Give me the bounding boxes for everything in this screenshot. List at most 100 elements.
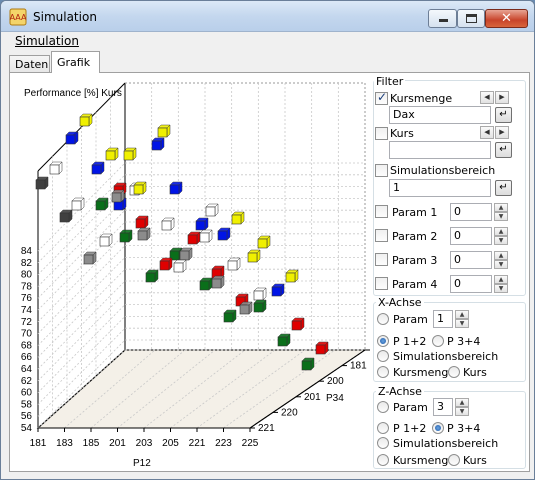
- x-kurs-radio[interactable]: [448, 366, 460, 378]
- simulationsbereich-field[interactable]: 1: [389, 179, 491, 197]
- cube-gray: [83, 254, 94, 265]
- param3-down-button[interactable]: ▼: [494, 260, 508, 269]
- minimize-button[interactable]: [428, 9, 457, 28]
- maximize-icon: [466, 14, 477, 23]
- simulationsbereich-checkbox[interactable]: [375, 164, 388, 177]
- tab-daten[interactable]: Daten: [9, 55, 50, 73]
- title-bar[interactable]: AAA Simulation ✕: [1, 1, 534, 32]
- cube-yellow: [285, 272, 296, 283]
- z-kursmenge-radio[interactable]: [377, 454, 389, 466]
- cube-white: [253, 290, 264, 301]
- param1-up-button[interactable]: ▲: [494, 203, 508, 212]
- param2-checkbox[interactable]: [375, 229, 388, 242]
- z-axis-label: P34: [326, 393, 344, 404]
- simulationsbereich-enter-button[interactable]: ↵: [495, 180, 512, 196]
- x-kursmenge-radio[interactable]: [377, 366, 389, 378]
- kurs-prev-button[interactable]: ◀: [480, 126, 494, 139]
- param3-checkbox[interactable]: [375, 253, 388, 266]
- cube-green: [301, 360, 312, 371]
- cube-red: [187, 234, 198, 245]
- cube-yellow: [79, 116, 90, 127]
- cube-red: [135, 218, 146, 229]
- cube-blue: [113, 200, 124, 211]
- cube-yellow: [133, 184, 144, 195]
- control-sidebar: Filter Kursmenge ◀ ▶ Dax ↵ Kurs ◀ ▶ ↵ Si…: [368, 73, 530, 471]
- cube-blue: [195, 220, 206, 231]
- z-tick-label: 220: [281, 407, 298, 418]
- kursmenge-enter-button[interactable]: ↵: [495, 107, 512, 123]
- z-p34-label: P 3+4: [447, 422, 481, 435]
- z-simulationsbereich-label: Simulationsbereich: [393, 437, 499, 450]
- kursmenge-next-button[interactable]: ▶: [495, 91, 509, 104]
- x-param-label: Param: [393, 313, 428, 326]
- param1-field[interactable]: 0: [450, 203, 492, 221]
- y-tick-label: 56: [21, 411, 33, 422]
- y-tick-label: 54: [21, 423, 33, 434]
- menu-bar: Simulation: [1, 32, 534, 50]
- z-kursmenge-label: Kursmenge: [393, 454, 456, 467]
- param2-down-button[interactable]: ▼: [494, 236, 508, 245]
- z-p34-radio[interactable]: [432, 422, 444, 434]
- cube-black: [35, 179, 46, 190]
- y-tick-label: 66: [21, 352, 33, 363]
- x-tick-label: 223: [215, 438, 232, 449]
- cube-red: [315, 344, 326, 355]
- param1-down-button[interactable]: ▼: [494, 212, 508, 221]
- z-param-radio[interactable]: [377, 401, 389, 413]
- y-tick-label: 64: [21, 364, 33, 375]
- param4-down-button[interactable]: ▼: [494, 284, 508, 293]
- z-p12-radio[interactable]: [377, 422, 389, 434]
- simulationsbereich-label: Simulationsbereich: [390, 164, 496, 177]
- x-param-up-button[interactable]: ▲: [455, 310, 469, 319]
- tab-grafik[interactable]: Grafik: [51, 51, 100, 73]
- y-tick-label: 68: [21, 340, 33, 351]
- chart-title: Performance [%] Kurs: [24, 88, 122, 99]
- param1-label: Param 1: [392, 206, 438, 219]
- z-kurs-radio[interactable]: [448, 454, 460, 466]
- kursmenge-checkbox[interactable]: [375, 90, 388, 105]
- kursmenge-field[interactable]: Dax: [389, 106, 491, 124]
- param4-field[interactable]: 0: [450, 275, 492, 293]
- cube-yellow: [157, 127, 168, 138]
- param4-label: Param 4: [392, 278, 438, 291]
- param4-up-button[interactable]: ▲: [494, 275, 508, 284]
- cube-black: [59, 212, 70, 223]
- z-param-field[interactable]: 3: [433, 398, 453, 416]
- cube-gray: [111, 192, 122, 203]
- z-param-down-button[interactable]: ▼: [455, 407, 469, 416]
- x-kursmenge-label: Kursmenge: [393, 366, 456, 379]
- x-tick-label: 201: [109, 438, 126, 449]
- cube-yellow: [257, 238, 268, 249]
- y-tick-label: 84: [21, 246, 33, 257]
- x-tick-label: 205: [162, 438, 179, 449]
- z-simulationsbereich-radio[interactable]: [377, 437, 389, 449]
- param1-checkbox[interactable]: [375, 205, 388, 218]
- param3-field[interactable]: 0: [450, 251, 492, 269]
- param4-checkbox[interactable]: [375, 277, 388, 290]
- menu-simulation[interactable]: Simulation: [15, 34, 79, 48]
- z-param-up-button[interactable]: ▲: [455, 398, 469, 407]
- maximize-button[interactable]: [457, 9, 485, 28]
- chart-floor: [36, 349, 367, 429]
- cube-green: [199, 280, 210, 291]
- x-p34-radio[interactable]: [432, 335, 444, 347]
- kurs-field[interactable]: [389, 141, 491, 159]
- x-param-radio[interactable]: [377, 313, 389, 325]
- param2-field[interactable]: 0: [450, 227, 492, 245]
- svg-text:AAA: AAA: [10, 13, 27, 22]
- x-p12-radio[interactable]: [377, 335, 389, 347]
- param3-up-button[interactable]: ▲: [494, 251, 508, 260]
- kursmenge-prev-button[interactable]: ◀: [480, 91, 494, 104]
- param2-up-button[interactable]: ▲: [494, 227, 508, 236]
- close-button[interactable]: ✕: [485, 9, 528, 28]
- kurs-enter-button[interactable]: ↵: [495, 142, 512, 158]
- kurs-next-button[interactable]: ▶: [495, 126, 509, 139]
- cube-green: [119, 232, 130, 243]
- x-param-field[interactable]: 1: [433, 310, 453, 328]
- cube-gray: [239, 304, 250, 315]
- x-param-down-button[interactable]: ▼: [455, 319, 469, 328]
- x-simulationsbereich-radio[interactable]: [377, 350, 389, 362]
- cube-white: [161, 220, 172, 231]
- kurs-checkbox[interactable]: [375, 127, 388, 140]
- x-tick-label: 181: [30, 438, 47, 449]
